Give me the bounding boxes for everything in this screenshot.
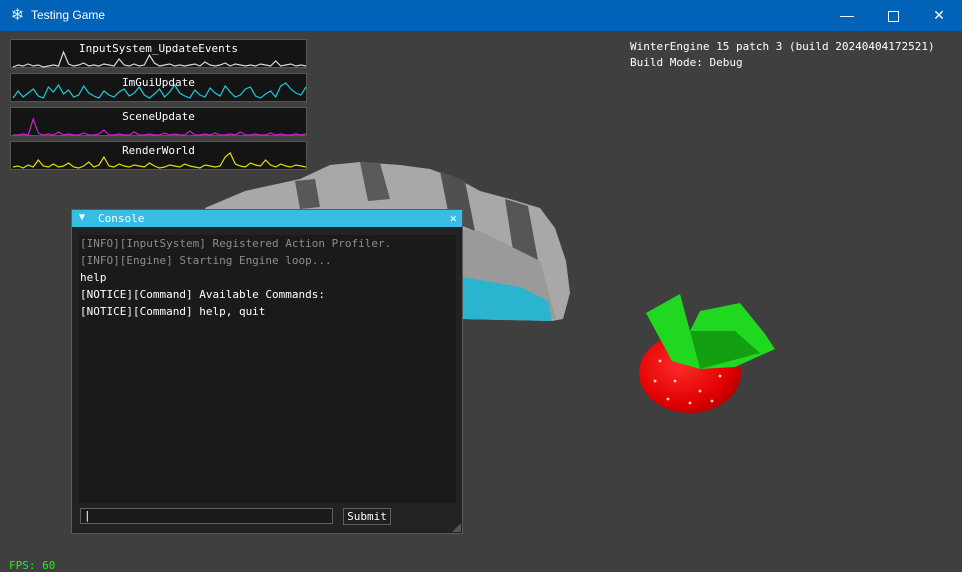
console-titlebar[interactable]: ▼ Console ✕ (72, 210, 462, 227)
build-mode-text: Build Mode: Debug (630, 56, 743, 69)
log-line: [NOTICE][Command] help, quit (80, 305, 266, 318)
log-line: [NOTICE][Command] Available Commands: (80, 288, 326, 301)
command-input[interactable]: | (80, 508, 333, 524)
profiler-graph: RenderWorld (10, 141, 307, 170)
engine-version-text: WinterEngine 15 patch 3 (build 202404041… (630, 40, 935, 53)
window-title: Testing Game (31, 8, 106, 22)
strawberry-model (639, 294, 775, 413)
snowflake-icon: ❄ (10, 7, 25, 24)
close-icon: ✕ (933, 7, 945, 23)
log-line: [INFO][Engine] Starting Engine loop... (80, 254, 332, 267)
maximize-button[interactable] (870, 0, 916, 31)
console-close-icon[interactable]: ✕ (450, 211, 457, 225)
profiler-graph: ImGuiUpdate (10, 73, 307, 102)
console-window[interactable]: ▼ Console ✕ [INFO][InputSystem] Register… (71, 209, 463, 534)
profiler-title: ImGuiUpdate (122, 76, 195, 89)
close-button[interactable]: ✕ (916, 0, 962, 31)
profiler-graph: SceneUpdate (10, 107, 307, 136)
resize-grip-icon[interactable] (452, 523, 461, 532)
console-title: Console (98, 212, 145, 225)
profiler-title: InputSystem_UpdateEvents (79, 42, 238, 55)
minimize-button[interactable]: — (824, 0, 870, 31)
game-viewport[interactable]: InputSystem_UpdateEvents ImGuiUpdate Scene… (0, 31, 962, 572)
collapse-arrow-icon[interactable]: ▼ (79, 212, 85, 223)
minimize-icon: — (840, 7, 854, 23)
maximize-icon (887, 10, 899, 22)
window-titlebar: ❄ Testing Game — ✕ (0, 0, 962, 31)
profiler-title: SceneUpdate (122, 110, 195, 123)
profiler-title: RenderWorld (122, 144, 195, 157)
log-line: help (80, 271, 107, 284)
log-line: [INFO][InputSystem] Registered Action Pr… (80, 237, 392, 250)
submit-button[interactable]: Submit (343, 508, 391, 525)
fps-counter: FPS: 60 (9, 559, 56, 572)
console-log[interactable]: [INFO][InputSystem] Registered Action Pr… (79, 235, 456, 503)
profiler-graph: InputSystem_UpdateEvents (10, 39, 307, 68)
engine-info: WinterEngine 15 patch 3 (build 202404041… (630, 39, 935, 71)
